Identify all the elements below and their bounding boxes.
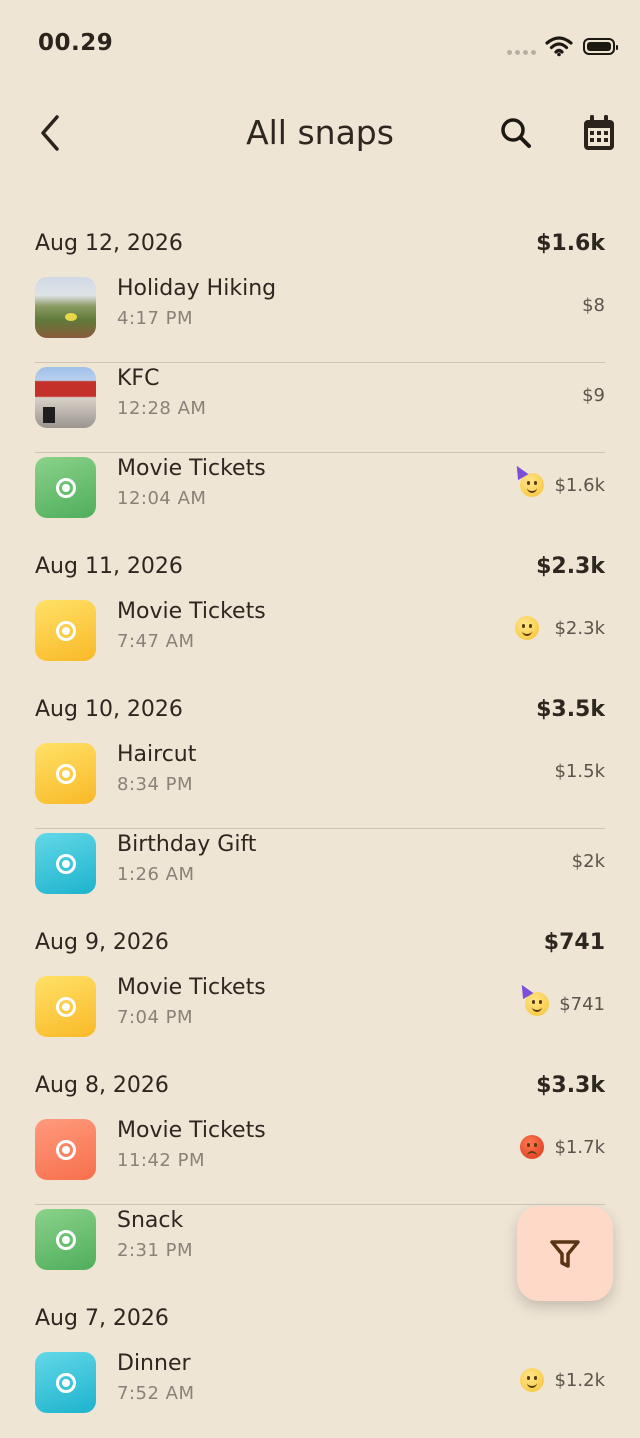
category-icon bbox=[35, 833, 96, 894]
group-date: Aug 11, 2026 bbox=[35, 554, 183, 579]
snap-title: Dinner bbox=[117, 1351, 191, 1376]
filter-icon bbox=[550, 1239, 580, 1268]
top-bar: All snaps bbox=[0, 95, 640, 175]
snap-amount: $1.7k bbox=[554, 1137, 605, 1158]
battery-icon bbox=[583, 38, 618, 55]
group-date: Aug 8, 2026 bbox=[35, 1073, 169, 1098]
group-date: Aug 10, 2026 bbox=[35, 697, 183, 722]
category-icon bbox=[35, 600, 96, 661]
snap-row[interactable]: Dinner 7:52 AM $1.2k bbox=[0, 1348, 640, 1438]
party-face-icon bbox=[511, 462, 544, 497]
snap-title: Movie Tickets bbox=[117, 599, 266, 624]
group-date: Aug 12, 2026 bbox=[35, 231, 183, 256]
category-icon bbox=[35, 457, 96, 518]
wifi-icon bbox=[545, 36, 573, 57]
snap-amount: $9 bbox=[582, 385, 605, 406]
calendar-icon bbox=[584, 115, 614, 150]
photo-thumbnail bbox=[35, 367, 96, 428]
angry-face-icon bbox=[520, 1135, 544, 1159]
snap-time: 12:28 AM bbox=[117, 398, 207, 419]
snap-title: Birthday Gift bbox=[117, 832, 257, 857]
category-icon bbox=[35, 1119, 96, 1180]
snap-row[interactable]: Haircut 8:34 PM $1.5k bbox=[0, 739, 640, 829]
snap-title: Holiday Hiking bbox=[117, 276, 277, 301]
snap-time: 7:04 PM bbox=[117, 1007, 194, 1028]
snap-time: 4:17 PM bbox=[117, 308, 194, 329]
group-total: $3.5k bbox=[536, 697, 605, 722]
snap-time: 7:47 AM bbox=[117, 631, 195, 652]
group-total: $2.3k bbox=[536, 554, 605, 579]
snap-title: KFC bbox=[117, 366, 160, 391]
group-date: Aug 9, 2026 bbox=[35, 930, 169, 955]
category-icon bbox=[35, 743, 96, 804]
snap-title: Movie Tickets bbox=[117, 975, 266, 1000]
smiling-face-icon bbox=[520, 1368, 544, 1392]
snap-title: Snack bbox=[117, 1208, 184, 1233]
snap-amount: $2k bbox=[571, 851, 605, 872]
snap-row[interactable]: Movie Tickets 12:04 AM $1.6k bbox=[0, 453, 640, 543]
snap-time: 7:52 AM bbox=[117, 1383, 195, 1404]
snap-row[interactable]: Movie Tickets 7:04 PM $741 bbox=[0, 972, 640, 1062]
date-group-header: Aug 11, 2026 $2.3k bbox=[0, 543, 640, 596]
group-total: $3.3k bbox=[536, 1073, 605, 1098]
snap-time: 11:42 PM bbox=[117, 1150, 205, 1171]
snap-amount: $1.6k bbox=[554, 475, 605, 496]
page-title: All snaps bbox=[246, 113, 394, 152]
snap-row[interactable]: KFC 12:28 AM $9 bbox=[0, 363, 640, 453]
photo-thumbnail bbox=[35, 277, 96, 338]
date-group-header: Aug 8, 2026 $3.3k bbox=[0, 1062, 640, 1115]
status-bar: 00.29 bbox=[0, 0, 640, 92]
snap-row[interactable]: Movie Tickets 7:47 AM $2.3k bbox=[0, 596, 640, 686]
snap-amount: $1.2k bbox=[554, 1370, 605, 1391]
party-face-icon bbox=[516, 981, 549, 1016]
snap-row[interactable]: Movie Tickets 11:42 PM $1.7k bbox=[0, 1115, 640, 1205]
category-icon bbox=[35, 976, 96, 1037]
snap-time: 8:34 PM bbox=[117, 774, 194, 795]
snap-time: 12:04 AM bbox=[117, 488, 207, 509]
snap-row[interactable]: Holiday Hiking 4:17 PM $8 bbox=[0, 273, 640, 363]
cellular-signal-icon bbox=[507, 50, 536, 55]
snap-amount: $2.3k bbox=[554, 618, 605, 639]
category-icon bbox=[35, 1352, 96, 1413]
date-group-header: Aug 7, 2026 bbox=[0, 1295, 640, 1348]
snap-title: Haircut bbox=[117, 742, 197, 767]
snap-time: 2:31 PM bbox=[117, 1240, 194, 1261]
group-date: Aug 7, 2026 bbox=[35, 1306, 169, 1331]
status-time: 00.29 bbox=[38, 30, 114, 56]
date-group-header: Aug 9, 2026 $741 bbox=[0, 919, 640, 972]
snap-amount: $741 bbox=[559, 994, 605, 1015]
snap-row[interactable]: Birthday Gift 1:26 AM $2k bbox=[0, 829, 640, 919]
category-icon bbox=[35, 1209, 96, 1270]
snap-time: 1:26 AM bbox=[117, 864, 195, 885]
date-group-header: Aug 12, 2026 $1.6k bbox=[0, 220, 640, 273]
group-total: $1.6k bbox=[536, 231, 605, 256]
group-total: $741 bbox=[543, 930, 605, 955]
search-button[interactable] bbox=[496, 113, 536, 153]
snap-amount: $1.5k bbox=[554, 761, 605, 782]
calendar-button[interactable] bbox=[578, 113, 620, 155]
snap-amount: $8 bbox=[582, 295, 605, 316]
snap-title: Movie Tickets bbox=[117, 1118, 266, 1143]
date-group-header: Aug 10, 2026 $3.5k bbox=[0, 686, 640, 739]
snap-title: Movie Tickets bbox=[117, 456, 266, 481]
search-icon bbox=[501, 118, 531, 148]
filter-button[interactable] bbox=[517, 1206, 613, 1301]
smiling-face-icon bbox=[515, 616, 539, 640]
